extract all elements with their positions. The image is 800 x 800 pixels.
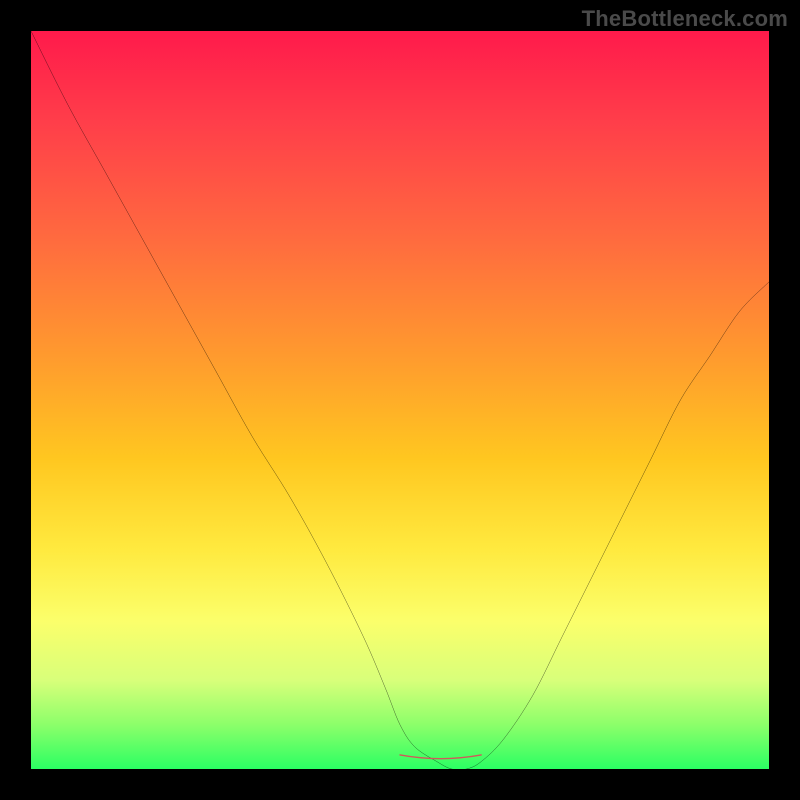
- watermark-label: TheBottleneck.com: [582, 6, 788, 32]
- chart-container: TheBottleneck.com: [0, 0, 800, 800]
- bottleneck-curve: [31, 31, 769, 769]
- curve-path-flat: [400, 755, 481, 759]
- curve-path-main: [31, 31, 769, 770]
